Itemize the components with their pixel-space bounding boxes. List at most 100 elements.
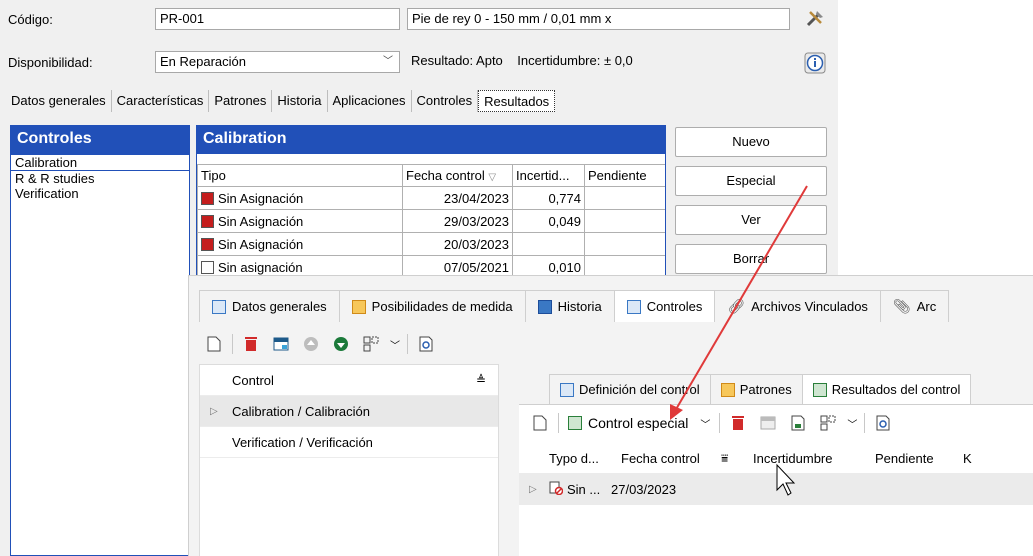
cell-incert	[512, 232, 585, 256]
col-incertidumbre[interactable]: Incertid...	[512, 164, 585, 187]
expand-icon[interactable]: ▷	[210, 396, 218, 427]
col-pendiente[interactable]: Pendiente	[584, 164, 665, 187]
table-row[interactable]: Sin Asignación 20/03/2023	[197, 232, 665, 256]
list-item-label: Verification / Verificación	[232, 435, 373, 450]
list-item[interactable]: ▷ Calibration / Calibración	[200, 396, 498, 427]
table-header-row: Tipo Fecha control ▽ Incertid... Pendien…	[197, 164, 665, 187]
window-icon[interactable]	[753, 409, 783, 437]
controls-grid: Control ≜ ▷ Calibration / Calibración Ve…	[199, 364, 499, 556]
status-icon	[549, 481, 567, 498]
tab-controles[interactable]: Controles	[613, 290, 716, 322]
col-fecha-control[interactable]: Fecha control	[621, 451, 721, 466]
col-pendiente[interactable]: Pendiente	[875, 451, 963, 466]
disponibilidad-select[interactable]: En Reparación ﹀	[155, 51, 400, 73]
tab-controles[interactable]: Controles	[412, 90, 479, 112]
preview-icon[interactable]	[868, 409, 898, 437]
toolbar-divider	[558, 413, 559, 433]
cell-tipo: Sin asignación	[218, 259, 303, 275]
codigo-field[interactable]: PR-001	[155, 8, 400, 30]
paperclip-icon: 📎︎	[892, 298, 911, 314]
info-icon[interactable]	[804, 52, 826, 74]
cell-fecha: 29/03/2023	[402, 209, 513, 233]
tab-caracteristicas[interactable]: Características	[112, 90, 210, 112]
especial-button[interactable]: Especial	[675, 166, 827, 196]
tab-historia[interactable]: Historia	[272, 90, 328, 112]
calibration-title: Calibration	[197, 126, 665, 154]
controles-title: Controles	[11, 126, 189, 154]
cell-fecha: 27/03/2023	[611, 481, 677, 497]
tools-icon[interactable]	[804, 8, 826, 30]
delete-icon[interactable]	[236, 330, 266, 358]
control-item-verification[interactable]: Verification	[11, 186, 189, 201]
new-document-icon[interactable]	[199, 330, 229, 358]
filter-icon[interactable]: ⩸	[721, 451, 753, 466]
ruler-icon	[720, 382, 735, 397]
table-row[interactable]: Sin Asignación 29/03/2023 0,049	[197, 209, 665, 233]
detail-tabbar: Definición del control Patrones Resultad…	[549, 374, 972, 404]
record-icon	[201, 237, 214, 251]
table-row[interactable]: Sin Asignación 23/04/2023 0,774	[197, 186, 665, 210]
nuevo-button[interactable]: Nuevo	[675, 127, 827, 157]
col-tipo[interactable]: Typo d...	[549, 451, 621, 466]
chevron-down-icon[interactable]: ﹀	[386, 330, 404, 358]
chevron-down-icon[interactable]: ﹀	[843, 409, 861, 437]
layout-icon[interactable]	[813, 409, 843, 437]
move-down-icon[interactable]	[326, 330, 356, 358]
link-icon: 🔗︎	[727, 298, 746, 314]
cell-fecha: 23/04/2023	[402, 186, 513, 210]
delete-icon[interactable]	[723, 409, 753, 437]
move-up-icon[interactable]	[296, 330, 326, 358]
cell-pendiente	[584, 209, 665, 233]
toolbar-divider	[407, 334, 408, 354]
checklist-icon	[351, 299, 366, 314]
cell-incert: 0,049	[512, 209, 585, 233]
tab-resultados[interactable]: Resultados	[478, 90, 556, 112]
tab-label: Posibilidades de medida	[371, 299, 513, 314]
list-item[interactable]: Verification / Verificación	[200, 427, 498, 458]
col-tipo[interactable]: Tipo	[197, 164, 403, 187]
control-item-rr-studies[interactable]: R & R studies	[11, 171, 189, 186]
record-icon	[201, 260, 214, 274]
cell-tipo: Sin Asignación	[218, 236, 304, 252]
control-item-calibration[interactable]: Calibration	[11, 154, 189, 171]
control-detail-panel: Definición del control Patrones Resultad…	[514, 364, 1033, 556]
calibration-panel: Calibration Tipo Fecha control ▽ Incerti…	[196, 125, 666, 285]
layout-icon[interactable]	[356, 330, 386, 358]
chevron-down-icon[interactable]: ﹀	[700, 416, 710, 431]
tab-label: Resultados del control	[831, 382, 961, 397]
preview-icon[interactable]	[411, 330, 441, 358]
col-fecha-control[interactable]: Fecha control ▽	[402, 164, 513, 187]
control-especial-button[interactable]: Control especial ﹀	[562, 409, 716, 437]
tab-archivos[interactable]: 📎︎ Arc	[879, 290, 950, 322]
toolbar-divider	[719, 413, 721, 433]
tab-posibilidades-de-medida[interactable]: Posibilidades de medida	[338, 290, 526, 322]
tab-archivos-vinculados[interactable]: 🔗︎ Archivos Vinculados	[714, 290, 881, 322]
ver-button[interactable]: Ver	[675, 205, 827, 235]
tab-datos-generales[interactable]: Datos generales	[6, 90, 112, 112]
controles-panel: Controles Calibration R & R studies Veri…	[10, 125, 190, 556]
control-column-header[interactable]: Control	[232, 373, 274, 388]
table-row[interactable]: ▷ Sin ... 27/03/2023	[519, 473, 1033, 505]
col-fecha-label: Fecha control	[406, 168, 485, 183]
window-icon[interactable]	[266, 330, 296, 358]
cell-pendiente	[584, 232, 665, 256]
list-item-label: Calibration / Calibración	[232, 404, 371, 419]
tab-definicion-del-control[interactable]: Definición del control	[549, 374, 711, 404]
tab-datos-generales[interactable]: Datos generales	[199, 290, 340, 322]
descripcion-field[interactable]: Pie de rey 0 - 150 mm / 0,01 mm x	[407, 8, 790, 30]
expand-icon[interactable]: ▷	[519, 484, 549, 495]
tab-aplicaciones[interactable]: Aplicaciones	[328, 90, 412, 112]
borrar-button[interactable]: Borrar	[675, 244, 827, 274]
tab-patrones[interactable]: Patrones	[209, 90, 273, 112]
sort-icon[interactable]: ≜	[476, 365, 486, 396]
disponibilidad-label: Disponibilidad:	[8, 55, 93, 70]
tab-historia[interactable]: Historia	[524, 290, 615, 322]
resultado-label: Resultado: Apto	[411, 53, 503, 68]
tab-resultados-del-control[interactable]: Resultados del control	[801, 374, 972, 404]
new-document-icon[interactable]	[525, 409, 555, 437]
report-icon[interactable]	[783, 409, 813, 437]
col-incertidumbre[interactable]: Incertidumbre	[753, 451, 875, 466]
tab-patrones[interactable]: Patrones	[709, 374, 803, 404]
col-k[interactable]: K	[963, 451, 982, 466]
grid-header: Control ≜	[200, 365, 498, 396]
